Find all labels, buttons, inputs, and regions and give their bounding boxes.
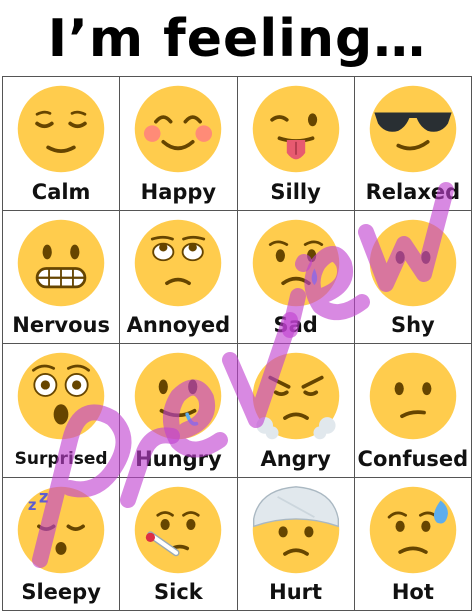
- angry-face-icon: [252, 352, 339, 440]
- emotion-label: Hot: [391, 580, 434, 604]
- hurt-face-icon: [252, 485, 339, 573]
- emotion-card-confused[interactable]: Confused: [354, 344, 472, 478]
- annoyed-face-icon: [135, 219, 222, 306]
- sick-face-icon: [135, 486, 222, 573]
- emotion-grid: Calm Happy Silly Relaxed Nervous Annoyed…: [2, 76, 472, 611]
- emotion-card-hurt[interactable]: Hurt: [237, 477, 355, 611]
- emotion-card-happy[interactable]: Happy: [120, 77, 238, 211]
- emotion-label: Angry: [260, 446, 331, 471]
- emotion-card-sleepy[interactable]: z z Sleepy: [3, 477, 121, 611]
- page-title: I’m feeling…: [47, 9, 427, 69]
- emotion-label: Hungry: [135, 446, 222, 471]
- emotion-card-angry[interactable]: Angry: [237, 344, 355, 478]
- emotion-label: Surprised: [14, 448, 108, 469]
- emotion-card-calm[interactable]: Calm: [3, 77, 121, 211]
- calm-face-icon: [17, 85, 105, 173]
- emotion-label: Sleepy: [21, 580, 101, 604]
- emotion-label: Sad: [273, 313, 318, 337]
- emotion-label: Confused: [357, 446, 469, 471]
- emotion-label: Shy: [390, 313, 435, 337]
- sad-face-icon: [252, 219, 339, 306]
- emotion-label: Sick: [154, 580, 203, 604]
- emotion-card-sad[interactable]: Sad: [237, 210, 355, 344]
- hungry-face-icon: [135, 352, 222, 440]
- emotion-card-hot[interactable]: Hot: [354, 477, 472, 611]
- emotion-label: Hurt: [269, 580, 323, 604]
- shy-face-icon: [369, 219, 457, 306]
- emotion-card-sick[interactable]: Sick: [120, 477, 238, 611]
- relaxed-face-icon: [369, 85, 457, 173]
- emotion-card-annoyed[interactable]: Annoyed: [120, 210, 238, 344]
- emotion-card-silly[interactable]: Silly: [237, 77, 355, 211]
- emotion-label: Silly: [270, 179, 321, 204]
- emotion-card-relaxed[interactable]: Relaxed: [354, 77, 472, 211]
- confused-face-icon: [369, 352, 457, 440]
- nervous-face-icon: [17, 219, 105, 306]
- emotion-card-nervous[interactable]: Nervous: [3, 210, 121, 344]
- happy-face-icon: [135, 85, 222, 173]
- silly-face-icon: [252, 85, 339, 173]
- emotion-label: Calm: [31, 179, 91, 204]
- emotion-card-hungry[interactable]: Hungry: [120, 344, 238, 478]
- svg-text:z: z: [39, 487, 49, 506]
- emotion-label: Relaxed: [365, 179, 461, 204]
- emotion-label: Annoyed: [126, 313, 231, 337]
- emotion-label: Nervous: [12, 313, 110, 337]
- svg-text:z: z: [28, 496, 37, 513]
- surprised-face-icon: [17, 352, 105, 440]
- emotion-card-shy[interactable]: Shy: [354, 210, 472, 344]
- sleepy-face-icon: z z: [17, 486, 105, 573]
- emotion-card-surprised[interactable]: Surprised: [3, 344, 121, 478]
- hot-face-icon: [369, 486, 457, 573]
- emotion-label: Happy: [140, 179, 217, 204]
